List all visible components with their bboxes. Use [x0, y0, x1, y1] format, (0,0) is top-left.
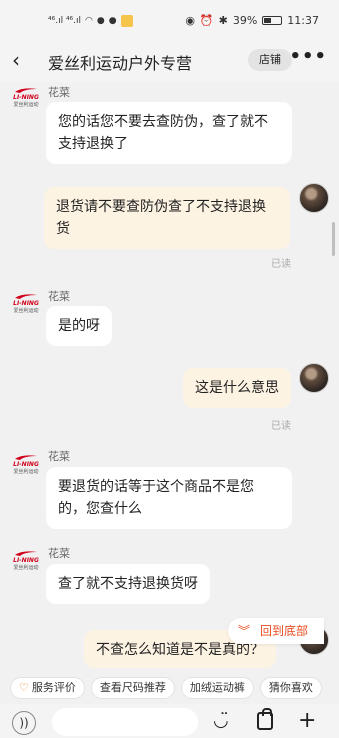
read-status: 已读 [271, 259, 291, 270]
service-rating-icon: ♡ [19, 681, 29, 694]
sender-name: 花菜 [48, 450, 70, 463]
alarm-icon: ⏰ [199, 14, 214, 27]
notification-icon: ● [96, 16, 105, 26]
message-bubble-incoming[interactable]: 查了就不支持退换货呀 [46, 564, 210, 604]
message-bubble-incoming[interactable]: 要退货的话等于这个商品不是您的，您查什么 [46, 467, 292, 529]
chevron-double-down-icon: ︾ [238, 624, 251, 638]
back-to-bottom-button[interactable]: ︾ 回到底部 [228, 618, 324, 644]
scrollbar[interactable] [332, 222, 335, 256]
quick-reply-fleece-pants[interactable]: 加绒运动裤 [180, 677, 254, 699]
store-button[interactable]: 店铺 [248, 49, 292, 71]
li-ning-logo-icon [15, 551, 37, 556]
signal-icon: ⁴⁶.ıl ⁴⁶.ıl [48, 16, 82, 26]
chat-icon: ● [108, 16, 117, 26]
battery-percent: 39% [232, 14, 258, 27]
quick-reply-service-rating[interactable]: ♡ 服务评价 [10, 677, 85, 699]
sender-name: 花菜 [48, 290, 70, 303]
quick-reply-bar: ♡ 服务评价 查看尺码推荐 加绒运动裤 猜你喜欢 [0, 672, 339, 704]
shopping-bag-icon[interactable] [257, 708, 273, 730]
li-ning-logo-icon [15, 88, 37, 93]
message-bubble-outgoing[interactable]: 这是什么意思 [183, 368, 291, 408]
bluetooth-icon: ✱ [218, 14, 228, 27]
shop-avatar[interactable]: LI-NING 爱丝利运动 [9, 453, 43, 475]
sender-name: 花菜 [48, 547, 70, 560]
eye-icon: ◉ [185, 14, 195, 27]
user-avatar[interactable] [299, 183, 329, 213]
plus-icon[interactable]: + [298, 708, 316, 733]
voice-icon[interactable]: )) [12, 711, 36, 735]
signal-indicators: ⁴⁶.ıl ⁴⁶.ıl ◠ ● ● [48, 15, 133, 27]
clock: 11:37 [287, 14, 319, 27]
page-title: 爱丝利运动户外专营 [48, 54, 193, 73]
user-avatar[interactable] [299, 363, 329, 393]
message-bubble-outgoing[interactable]: 退货请不要查防伪查了不支持退换货 [44, 187, 290, 249]
back-icon[interactable]: ‹ [12, 48, 32, 72]
emoji-icon[interactable]: ◡̈ [213, 710, 229, 731]
message-bubble-incoming[interactable]: 是的呀 [46, 306, 112, 346]
shop-avatar[interactable]: LI-NING 爱丝利运动 [9, 292, 43, 314]
status-bar: ⁴⁶.ıl ⁴⁶.ıl ◠ ● ● ◉ ⏰ ✱ 39% 11:37 [0, 0, 339, 40]
li-ning-logo-icon [15, 455, 37, 460]
quick-reply-size-recommend[interactable]: 查看尺码推荐 [90, 677, 175, 699]
message-input[interactable] [52, 708, 198, 736]
quick-reply-guess-you-like[interactable]: 猜你喜欢 [259, 677, 322, 699]
input-bar: )) ◡̈ + [0, 704, 339, 738]
chat-header: ‹ 爱丝利运动户外专营 店铺 ••• [0, 40, 339, 82]
more-icon[interactable]: ••• [289, 46, 327, 67]
app-badge-icon [120, 15, 133, 27]
wifi-icon: ◠ [85, 16, 93, 26]
system-indicators: ◉ ⏰ ✱ 39% 11:37 [185, 14, 319, 27]
li-ning-logo-icon [15, 294, 37, 299]
read-status: 已读 [271, 421, 291, 432]
battery-icon [262, 16, 283, 25]
message-bubble-incoming[interactable]: 您的话您不要去查防伪，查了就不支持退换了 [46, 102, 292, 164]
back-to-bottom-label: 回到底部 [260, 624, 309, 638]
shop-avatar[interactable]: LI-NING 爱丝利运动 [9, 549, 43, 571]
sender-name: 花菜 [48, 86, 70, 99]
shop-avatar[interactable]: LI-NING 爱丝利运动 [9, 86, 43, 108]
